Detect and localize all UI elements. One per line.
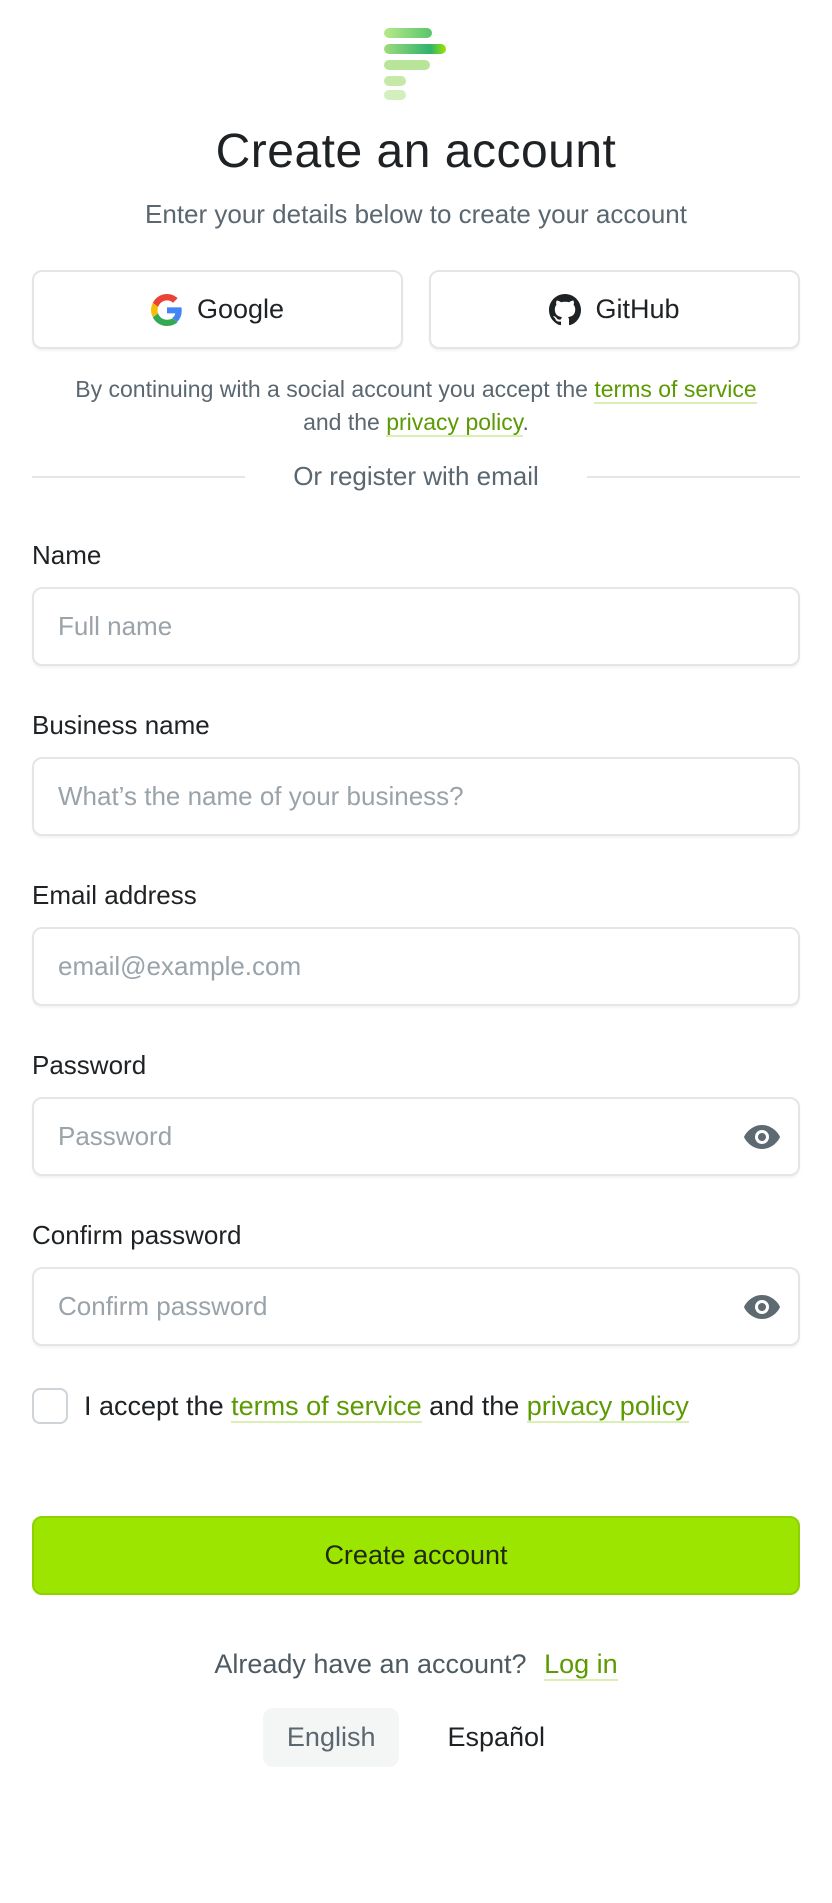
business-field-group: Business name [32, 710, 800, 836]
accept-terms-checkbox[interactable] [32, 1388, 68, 1424]
confirm-password-input[interactable] [32, 1267, 800, 1346]
confirm-password-input-wrap [32, 1267, 800, 1346]
signup-page: Create an account Enter your details bel… [0, 26, 832, 1795]
divider-line-left [32, 475, 246, 478]
business-name-input[interactable] [32, 757, 800, 836]
email-divider: Or register with email [32, 461, 800, 492]
login-prompt-row: Already have an account? Log in [32, 1649, 800, 1681]
divider-line-right [586, 475, 800, 478]
github-icon [549, 293, 582, 325]
social-note-suffix: . [522, 409, 529, 435]
confirm-password-field-group: Confirm password [32, 1220, 800, 1346]
social-privacy-link[interactable]: privacy policy [386, 409, 523, 437]
accept-middle: and the [429, 1390, 520, 1421]
eye-icon[interactable] [742, 1293, 782, 1321]
page-title: Create an account [215, 125, 617, 178]
language-option-english[interactable]: English [262, 1708, 400, 1767]
google-signin-button[interactable]: Google [32, 270, 403, 349]
name-input-wrap [32, 587, 800, 666]
name-input[interactable] [32, 587, 800, 666]
language-switcher: English Español [32, 1708, 800, 1795]
create-account-button[interactable]: Create account [32, 1516, 800, 1595]
business-label: Business name [32, 710, 210, 740]
divider-text: Or register with email [293, 461, 539, 491]
accept-prefix: I accept the [84, 1390, 224, 1421]
social-login-row: Google GitHub [32, 270, 800, 349]
language-option-espanol[interactable]: Español [423, 1708, 569, 1767]
email-input[interactable] [32, 927, 800, 1006]
social-terms-link[interactable]: terms of service [594, 376, 757, 404]
name-label: Name [32, 540, 102, 570]
accept-privacy-link[interactable]: privacy policy [526, 1390, 689, 1423]
social-terms-note: By continuing with a social account you … [56, 373, 776, 439]
social-note-prefix: By continuing with a social account you … [75, 376, 588, 402]
github-button-label: GitHub [595, 294, 680, 324]
eye-icon[interactable] [742, 1123, 782, 1151]
google-icon [150, 293, 182, 326]
password-label: Password [32, 1050, 147, 1080]
github-signin-button[interactable]: GitHub [429, 270, 800, 349]
page-subtitle: Enter your details below to create your … [145, 199, 687, 229]
accept-terms-link[interactable]: terms of service [231, 1390, 422, 1423]
email-input-wrap [32, 927, 800, 1006]
email-field-group: Email address [32, 880, 800, 1006]
email-label: Email address [32, 880, 197, 910]
password-input[interactable] [32, 1097, 800, 1176]
login-prompt-text: Already have an account? [214, 1649, 527, 1679]
brand-logo-icon [384, 28, 446, 100]
name-field-group: Name [32, 540, 800, 666]
accept-terms-text: I accept the terms of service and the pr… [84, 1390, 689, 1423]
password-field-group: Password [32, 1050, 800, 1176]
google-button-label: Google [196, 294, 285, 324]
business-input-wrap [32, 757, 800, 836]
social-note-middle: and the [303, 409, 380, 435]
accept-terms-row: I accept the terms of service and the pr… [32, 1388, 800, 1424]
password-input-wrap [32, 1097, 800, 1176]
confirm-password-label: Confirm password [32, 1220, 242, 1250]
login-link[interactable]: Log in [544, 1649, 618, 1681]
